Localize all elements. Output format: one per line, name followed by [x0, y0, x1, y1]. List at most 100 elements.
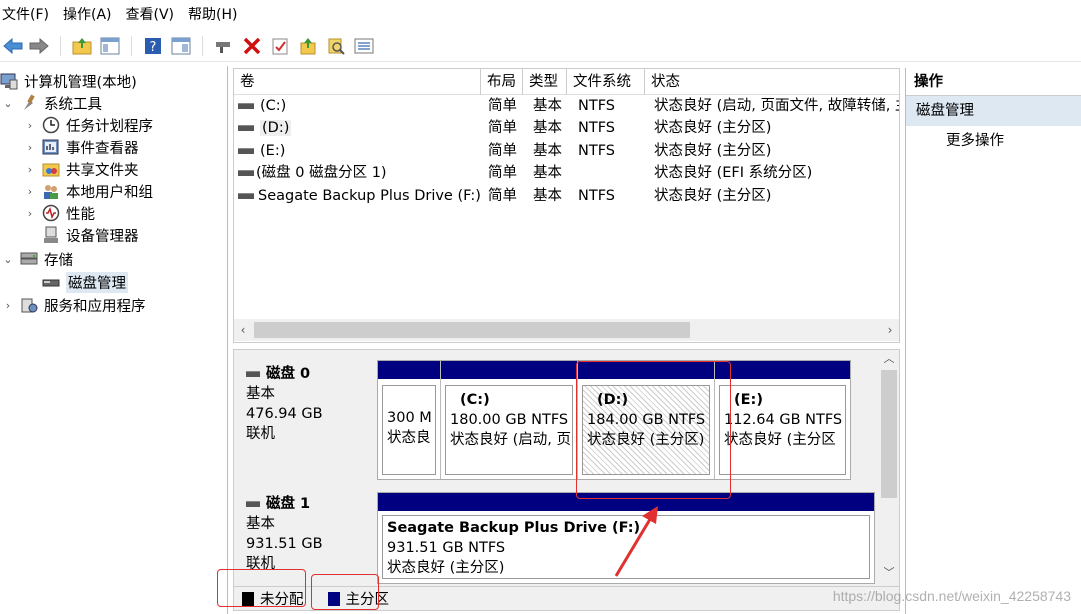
disk-icon — [246, 501, 260, 507]
toolbar-separator — [131, 35, 132, 56]
tree-item-services[interactable]: › 服务和应用程序 — [2, 294, 146, 316]
menu-view[interactable]: 查看(V) — [122, 0, 185, 30]
chevron-right-icon[interactable]: › — [24, 185, 36, 198]
storage-icon — [20, 250, 38, 268]
drive-icon — [238, 103, 254, 109]
up-folder-icon[interactable] — [71, 35, 93, 57]
column-header-type[interactable]: 类型 — [523, 69, 567, 95]
partition-c[interactable]: (C:) 180.00 GB NTFS 状态良好 (启动, 页 — [441, 361, 578, 479]
annotation-box-d — [576, 361, 731, 499]
toolbar-separator — [60, 35, 61, 56]
delete-icon[interactable] — [241, 35, 263, 57]
actions-pane: 操作 磁盘管理 更多操作 — [905, 68, 1081, 614]
scroll-up-icon[interactable]: ︿ — [879, 350, 899, 368]
annotation-box-primary — [311, 574, 379, 610]
chevron-right-icon[interactable]: › — [24, 207, 36, 220]
column-header-filesystem[interactable]: 文件系统 — [567, 69, 645, 95]
tree-label: 服务和应用程序 — [44, 298, 146, 315]
tree-label: 存储 — [44, 252, 73, 269]
column-header-volume[interactable]: 卷 — [234, 69, 481, 95]
drive-icon — [238, 170, 254, 176]
performance-icon — [42, 204, 60, 222]
scrollbar-thumb[interactable] — [881, 370, 897, 498]
tree-label: 设备管理器 — [66, 228, 139, 245]
toolbar: ? — [0, 30, 1081, 62]
tree-label: 事件查看器 — [66, 140, 139, 157]
chevron-down-icon[interactable]: ⌄ — [2, 97, 14, 110]
table-row[interactable]: (磁盘 0 磁盘分区 1) 简单 基本 状态良好 (EFI 系统分区) — [234, 162, 899, 184]
menu-file[interactable]: 文件(F) — [0, 0, 59, 30]
tree-label: 任务计划程序 — [66, 118, 153, 135]
tree-item-storage[interactable]: ⌄ 存储 — [2, 248, 73, 270]
drive-icon — [238, 148, 254, 154]
tree-label: 本地用户和组 — [66, 184, 153, 201]
actions-title: 操作 — [906, 68, 1081, 96]
annotation-box-unallocated — [217, 569, 306, 607]
show-hide-tree-icon[interactable] — [99, 35, 121, 57]
check-icon[interactable] — [269, 35, 291, 57]
drive-icon — [238, 193, 254, 199]
tree-item-local-users[interactable]: › 本地用户和组 — [24, 180, 153, 202]
tree-item-system-tools[interactable]: ⌄ 系统工具 — [2, 92, 102, 114]
tree-item-device-manager[interactable]: 设备管理器 — [24, 224, 139, 246]
chevron-down-icon[interactable]: ⌄ — [2, 253, 14, 266]
table-row[interactable]: Seagate Backup Plus Drive (F:) 简单 基本 NTF… — [234, 185, 899, 207]
horizontal-scrollbar[interactable]: ‹ › — [234, 319, 899, 341]
list-icon[interactable] — [353, 35, 375, 57]
search-icon[interactable] — [325, 35, 347, 57]
chevron-right-icon[interactable]: › — [24, 119, 36, 132]
tree-item-shared-folders[interactable]: › 共享文件夹 — [24, 158, 139, 180]
svg-text:?: ? — [150, 40, 157, 55]
vertical-scrollbar[interactable]: ︿ ﹀ — [879, 350, 899, 582]
tree-item-task-scheduler[interactable]: › 任务计划程序 — [24, 114, 153, 136]
scroll-left-icon[interactable]: ‹ — [234, 319, 252, 341]
import-icon[interactable] — [297, 35, 319, 57]
clock-icon — [42, 116, 60, 134]
shared-folder-icon — [42, 160, 60, 178]
tree-item-disk-management[interactable]: 磁盘管理 — [24, 271, 128, 293]
tools-icon — [20, 94, 38, 112]
menu-bar: 文件(F) 操作(A) 查看(V) 帮助(H) — [0, 0, 1081, 30]
column-header-status[interactable]: 状态 — [645, 69, 899, 95]
tree-label: 系统工具 — [44, 96, 102, 113]
chevron-right-icon[interactable]: › — [24, 141, 36, 154]
watermark: https://blog.csdn.net/weixin_42258743 — [832, 588, 1071, 604]
tree-item-computer-management[interactable]: 计算机管理(本地) — [0, 70, 137, 92]
disk-icon — [246, 371, 260, 377]
services-icon — [20, 296, 38, 314]
connect-icon[interactable] — [213, 35, 235, 57]
table-row[interactable]: (C:) 简单 基本 NTFS 状态良好 (启动, 页面文件, 故障转储, 主 — [234, 95, 899, 117]
tree-item-performance[interactable]: › 性能 — [24, 202, 95, 224]
scroll-right-icon[interactable]: › — [881, 319, 899, 341]
event-viewer-icon — [42, 138, 60, 156]
chevron-right-icon[interactable]: › — [2, 299, 14, 312]
computer-management-icon — [0, 72, 18, 90]
volume-list-header: 卷 布局 类型 文件系统 状态 — [234, 69, 899, 95]
forward-icon[interactable] — [28, 35, 50, 57]
disk-icon — [42, 273, 60, 291]
menu-help[interactable]: 帮助(H) — [184, 0, 247, 30]
volume-list: 卷 布局 类型 文件系统 状态 (C:) 简单 基本 NTFS 状态良好 (启动… — [233, 68, 900, 343]
more-actions-item[interactable]: 更多操作 — [906, 126, 1081, 156]
help-icon[interactable]: ? — [142, 35, 164, 57]
column-header-layout[interactable]: 布局 — [481, 69, 523, 95]
partition-e[interactable]: (E:) 112.64 GB NTFS 状态良好 (主分区 — [715, 361, 850, 479]
partition-efi[interactable]: 300 M 状态良 — [378, 361, 441, 479]
scrollbar-thumb[interactable] — [254, 322, 690, 338]
tree-label: 共享文件夹 — [66, 162, 139, 179]
tree-label: 计算机管理(本地) — [24, 74, 137, 91]
properties-icon[interactable] — [170, 35, 192, 57]
back-icon[interactable] — [2, 35, 24, 57]
menu-action[interactable]: 操作(A) — [59, 0, 122, 30]
tree-item-event-viewer[interactable]: › 事件查看器 — [24, 136, 139, 158]
table-row[interactable]: (D:) 简单 基本 NTFS 状态良好 (主分区) — [234, 117, 899, 139]
table-row[interactable]: (E:) 简单 基本 NTFS 状态良好 (主分区) — [234, 140, 899, 162]
actions-group-disk-management[interactable]: 磁盘管理 — [906, 96, 1081, 126]
disk-0-label[interactable]: 磁盘 0 基本 476.94 GB 联机 — [236, 358, 376, 478]
annotation-arrow-icon — [614, 506, 658, 577]
toolbar-separator — [202, 35, 203, 56]
navigation-tree: 计算机管理(本地) ⌄ 系统工具 › 任务计划程序 › 事件查看器 › 共享文件… — [0, 66, 228, 614]
device-manager-icon — [42, 226, 60, 244]
scroll-down-icon[interactable]: ﹀ — [879, 564, 899, 582]
chevron-right-icon[interactable]: › — [24, 163, 36, 176]
